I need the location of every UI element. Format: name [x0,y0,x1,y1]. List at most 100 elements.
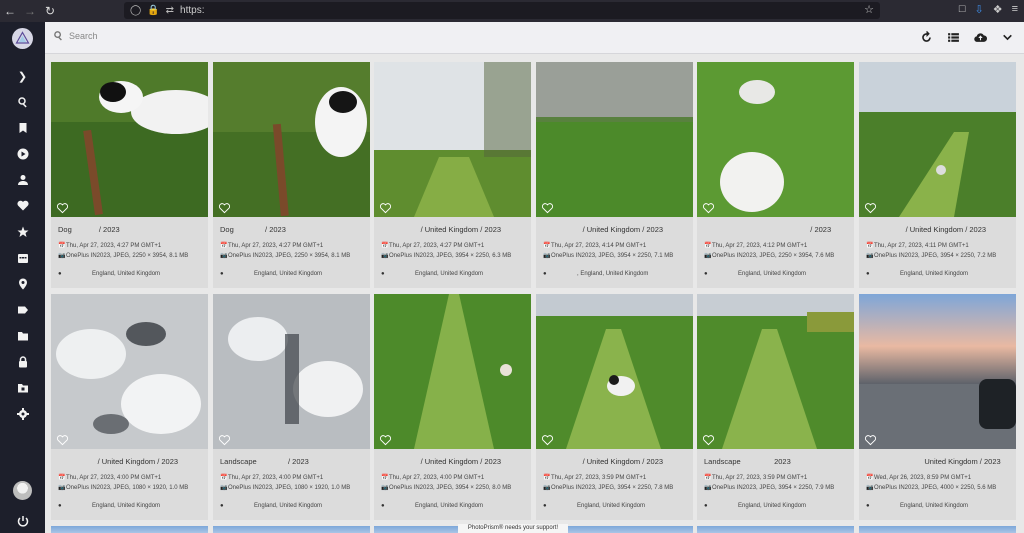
sidebar: ❯ [0,22,45,533]
photo-camera-info: 📷OnePlus IN2023, JPEG, 3954 × 2250, 6.3 … [381,253,512,259]
photo-card[interactable]: / United Kingdom / 2023 📅Thu, Apr 27, 20… [51,294,208,520]
folders-icon[interactable] [0,327,45,345]
calendar-icon[interactable] [0,249,45,267]
photo-location[interactable]: ● England, United Kingdom [381,502,527,510]
favorite-heart-icon[interactable] [56,201,69,214]
location-pin-icon: ● [58,271,62,277]
expand-chevron-icon[interactable]: ❯ [0,67,45,85]
favorites-heart-icon[interactable] [0,197,45,215]
photo-card[interactable]: / United Kingdom / 2023 📅Thu, Apr 27, 20… [374,294,531,520]
calendar-icon: 📅 [58,475,66,481]
address-bar[interactable]: ◯ 🔒 ⇄ https: ☆ [124,2,880,19]
photo-title: Landscape / 2023 [220,457,309,466]
photo-thumbnail[interactable] [213,62,370,217]
back-icon[interactable]: ← [0,0,20,22]
private-lock-icon[interactable] [0,353,45,371]
favorite-heart-icon[interactable] [218,433,231,446]
photo-card[interactable]: Dog / 2023 📅Thu, Apr 27, 2023, 4:27 PM G… [51,62,208,288]
labels-tag-icon[interactable] [0,301,45,319]
favorite-heart-icon[interactable] [702,201,715,214]
forward-icon[interactable]: → [20,0,40,22]
photo-location[interactable]: ● England, United Kingdom [704,502,850,510]
chevron-down-icon[interactable] [1001,31,1014,44]
photo-location[interactable]: ● England, United Kingdom [866,502,1012,510]
photo-card[interactable]: Landscape / 2023 📅Thu, Apr 27, 2023, 4:0… [213,294,370,520]
favorite-heart-icon[interactable] [379,201,392,214]
photo-camera-info: 📷OnePlus IN2023, JPEG, 3954 × 2250, 8.0 … [381,485,512,491]
photo-thumbnail[interactable] [374,62,531,217]
places-pin-icon[interactable] [0,275,45,293]
photo-card[interactable]: / United Kingdom / 2023 📅Thu, Apr 27, 20… [374,62,531,288]
logout-power-icon[interactable] [0,512,45,530]
photo-card[interactable]: / United Kingdom / 2023 📅Thu, Apr 27, 20… [536,294,693,520]
photo-thumbnail[interactable] [374,294,531,449]
favorite-heart-icon[interactable] [379,433,392,446]
photo-card-partial[interactable] [697,526,854,533]
photo-thumbnail[interactable] [51,62,208,217]
photo-card[interactable]: / 2023 📅Thu, Apr 27, 2023, 4:12 PM GMT+1… [697,62,854,288]
photo-location[interactable]: ● England, United Kingdom [58,502,204,510]
bookmark-star-icon[interactable]: ☆ [864,3,874,16]
play-video-icon[interactable] [0,145,45,163]
favorite-heart-icon[interactable] [541,433,554,446]
location-pin-icon: ● [381,271,385,277]
photo-thumbnail[interactable] [536,62,693,217]
location-pin-icon: ● [381,503,385,509]
photo-thumbnail[interactable] [213,294,370,449]
favorite-heart-icon[interactable] [218,201,231,214]
photo-location[interactable]: ●, England, United Kingdom [543,270,689,278]
photo-date: 📅Thu, Apr 27, 2023, 4:27 PM GMT+1 [58,243,162,249]
photo-location[interactable]: ● England, United Kingdom [58,270,204,278]
favorite-heart-icon[interactable] [56,433,69,446]
list-view-icon[interactable] [947,31,960,44]
search-nav-icon[interactable] [0,93,45,111]
download-icon[interactable]: ⇩ [974,3,983,16]
favorite-heart-icon[interactable] [702,433,715,446]
support-banner[interactable]: PhotoPrism® needs your support! [458,524,568,533]
favorite-heart-icon[interactable] [541,201,554,214]
photo-thumbnail[interactable] [51,294,208,449]
star-icon[interactable] [0,223,45,241]
calendar-icon: 📅 [58,243,66,249]
photo-thumbnail[interactable] [859,62,1016,217]
bookmark-nav-icon[interactable] [0,119,45,137]
user-avatar[interactable] [13,481,32,500]
photo-location[interactable]: ● England, United Kingdom [866,270,1012,278]
photo-thumbnail[interactable] [697,62,854,217]
library-folder-icon[interactable] [0,379,45,397]
photo-card[interactable]: / United Kingdom / 2023 📅Thu, Apr 27, 20… [536,62,693,288]
menu-icon[interactable]: ≡ [1012,3,1018,16]
photo-location[interactable]: ● England, United Kingdom [220,270,366,278]
pocket-icon[interactable]: □ [959,3,966,16]
photo-thumbnail[interactable] [536,294,693,449]
extensions-icon[interactable]: ❖ [993,3,1003,16]
url-text: https: [180,5,205,16]
people-icon[interactable] [0,171,45,189]
upload-cloud-icon[interactable] [974,31,987,44]
photo-card[interactable]: United Kingdom / 2023 📅Wed, Apr 26, 2023… [859,294,1016,520]
photo-date: 📅Thu, Apr 27, 2023, 4:27 PM GMT+1 [220,243,324,249]
search-input[interactable]: Search [69,31,98,41]
photo-location[interactable]: ● England, United Kingdom [381,270,527,278]
photo-card[interactable]: Landscape 2023 📅Thu, Apr 27, 2023, 3:59 … [697,294,854,520]
photo-card[interactable]: / United Kingdom / 2023 📅Thu, Apr 27, 20… [859,62,1016,288]
photo-location[interactable]: ● England, United Kingdom [220,502,366,510]
favorite-heart-icon[interactable] [864,433,877,446]
photoprism-logo-icon[interactable] [12,28,33,49]
refresh-icon[interactable] [920,31,933,44]
photo-camera-info: 📷OnePlus IN2023, JPEG, 2250 × 3954, 7.6 … [704,253,835,259]
photo-thumbnail[interactable] [697,294,854,449]
favorite-heart-icon[interactable] [864,201,877,214]
photo-thumbnail[interactable] [859,294,1016,449]
photo-card-partial[interactable] [859,526,1016,533]
settings-gear-icon[interactable] [0,405,45,423]
reload-icon[interactable]: ↻ [40,0,60,22]
photo-card-partial[interactable] [51,526,208,533]
photo-card-partial[interactable] [213,526,370,533]
search-box[interactable]: Search [53,30,98,41]
photo-location[interactable]: ● England, United Kingdom [543,502,689,510]
calendar-icon: 📅 [220,475,228,481]
photo-card[interactable]: Dog / 2023 📅Thu, Apr 27, 2023, 4:27 PM G… [213,62,370,288]
calendar-icon: 📅 [866,243,874,249]
photo-location[interactable]: ● England, United Kingdom [704,270,850,278]
